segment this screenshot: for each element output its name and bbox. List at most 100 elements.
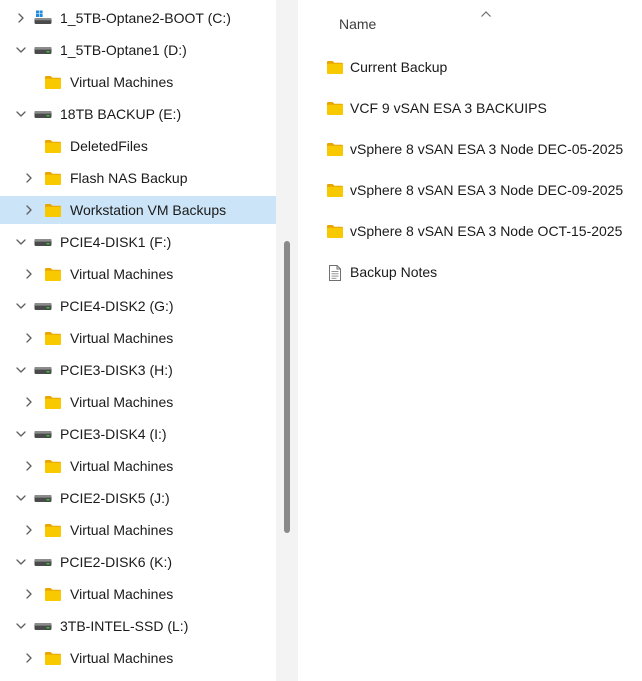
tree-item[interactable]: PCIE4-DISK2 (G:): [0, 292, 276, 320]
tree-item[interactable]: Workstation VM Backups: [0, 196, 276, 224]
folder-icon: [326, 59, 344, 75]
file-list-item[interactable]: vSphere 8 vSAN ESA 3 Node DEC-05-2025: [298, 134, 642, 164]
tree-item-label: Virtual Machines: [70, 458, 174, 474]
tree-item-label: PCIE3-DISK4 (I:): [60, 426, 167, 442]
windows-drive-icon: [34, 10, 52, 26]
drive-icon: [34, 234, 52, 250]
chevron-right-icon[interactable]: [22, 651, 36, 665]
file-list-item[interactable]: vSphere 8 vSAN ESA 3 Node DEC-09-2025: [298, 175, 642, 205]
tree-item[interactable]: PCIE2-DISK6 (K:): [0, 548, 276, 576]
name-column-label[interactable]: Name: [339, 16, 376, 32]
tree-item[interactable]: 1_5TB-Optane1 (D:): [0, 36, 276, 64]
tree-item[interactable]: Virtual Machines: [0, 580, 276, 608]
tree-item-label: 18TB BACKUP (E:): [60, 106, 182, 122]
folder-icon: [326, 141, 344, 157]
tree-item[interactable]: Virtual Machines: [0, 644, 276, 672]
tree-item-label: 1_5TB-Optane1 (D:): [60, 42, 187, 58]
tree-item[interactable]: Flash NAS Backup: [0, 164, 276, 192]
drive-icon: [34, 42, 52, 58]
drive-icon: [34, 618, 52, 634]
chevron-down-icon[interactable]: [14, 619, 28, 633]
tree-item-label: PCIE2-DISK6 (K:): [60, 554, 173, 570]
tree-item[interactable]: 3TB-INTEL-SSD (L:): [0, 612, 276, 640]
tree-item-label: Virtual Machines: [70, 522, 174, 538]
chevron-right-icon[interactable]: [22, 267, 36, 281]
tree-item-label: PCIE3-DISK3 (H:): [60, 362, 173, 378]
tree-item[interactable]: DeletedFiles: [0, 132, 276, 160]
tree-item[interactable]: Virtual Machines: [0, 68, 276, 96]
tree-item[interactable]: PCIE3-DISK3 (H:): [0, 356, 276, 384]
chevron-right-icon[interactable]: [22, 587, 36, 601]
chevron-right-icon[interactable]: [22, 395, 36, 409]
file-list-item[interactable]: Backup Notes: [298, 257, 642, 287]
chevron-right-icon[interactable]: [22, 203, 36, 217]
file-list-item-name: vSphere 8 vSAN ESA 3 Node OCT-15-2025: [350, 223, 623, 239]
chevron-down-icon[interactable]: [14, 235, 28, 249]
chevron-right-icon[interactable]: [22, 331, 36, 345]
tree-item[interactable]: Virtual Machines: [0, 388, 276, 416]
tree-item-label: Virtual Machines: [70, 586, 174, 602]
file-list-item-name: Backup Notes: [350, 264, 438, 280]
tree-item-label: Virtual Machines: [70, 74, 174, 90]
file-list-item-name: Current Backup: [350, 59, 448, 75]
tree-item[interactable]: 1_5TB-Optane2-BOOT (C:): [0, 4, 276, 32]
file-list-item-name: vSphere 8 vSAN ESA 3 Node DEC-05-2025: [350, 141, 624, 157]
tree-item-label: Workstation VM Backups: [70, 202, 227, 218]
chevron-down-icon[interactable]: [14, 555, 28, 569]
file-list-item-name: vSphere 8 vSAN ESA 3 Node DEC-09-2025: [350, 182, 624, 198]
tree-item[interactable]: PCIE4-DISK1 (F:): [0, 228, 276, 256]
tree-item[interactable]: Virtual Machines: [0, 324, 276, 352]
sort-up-chevron-icon: [480, 5, 492, 17]
tree-item-label: PCIE4-DISK1 (F:): [60, 234, 172, 250]
tree-item[interactable]: Virtual Machines: [0, 260, 276, 288]
folder-icon: [44, 138, 62, 154]
navigation-scrollbar-thumb[interactable]: [284, 241, 290, 533]
chevron-right-icon[interactable]: [22, 171, 36, 185]
file-list-item-name: VCF 9 vSAN ESA 3 BACKUIPS: [350, 100, 547, 116]
chevron-down-icon[interactable]: [14, 363, 28, 377]
tree-item-label: PCIE4-DISK2 (G:): [60, 298, 174, 314]
folder-icon: [44, 74, 62, 90]
chevron-down-icon[interactable]: [14, 107, 28, 121]
tree-item[interactable]: Virtual Machines: [0, 452, 276, 480]
file-list-item[interactable]: vSphere 8 vSAN ESA 3 Node OCT-15-2025: [298, 216, 642, 246]
chevron-down-icon[interactable]: [14, 491, 28, 505]
chevron-down-icon[interactable]: [14, 427, 28, 441]
tree-item-label: DeletedFiles: [70, 138, 148, 154]
chevron-right-icon[interactable]: [22, 523, 36, 537]
folder-icon: [44, 266, 62, 282]
tree-item[interactable]: 18TB BACKUP (E:): [0, 100, 276, 128]
tree-item[interactable]: PCIE2-DISK5 (J:): [0, 484, 276, 512]
folder-icon: [44, 650, 62, 666]
folder-icon: [44, 458, 62, 474]
folder-icon: [326, 182, 344, 198]
folder-icon: [44, 330, 62, 346]
tree-item[interactable]: PCIE3-DISK4 (I:): [0, 420, 276, 448]
drive-icon: [34, 490, 52, 506]
drive-icon: [34, 362, 52, 378]
folder-icon: [44, 522, 62, 538]
chevron-right-icon[interactable]: [22, 459, 36, 473]
file-list-item[interactable]: VCF 9 vSAN ESA 3 BACKUIPS: [298, 93, 642, 123]
folder-icon: [44, 170, 62, 186]
chevron-down-icon[interactable]: [14, 43, 28, 57]
drive-icon: [34, 426, 52, 442]
tree-item-label: PCIE2-DISK5 (J:): [60, 490, 170, 506]
file-list-pane: Name Current Backup VCF 9 vSAN ESA 3 BACK…: [298, 0, 642, 681]
text-document-icon: [326, 264, 344, 281]
tree-item[interactable]: Virtual Machines: [0, 516, 276, 544]
chevron-right-icon[interactable]: [14, 11, 28, 25]
tree-item-label: 1_5TB-Optane2-BOOT (C:): [60, 10, 231, 26]
chevron-down-icon[interactable]: [14, 299, 28, 313]
folder-icon: [326, 100, 344, 116]
tree-item-label: Flash NAS Backup: [70, 170, 188, 186]
tree-item-label: 3TB-INTEL-SSD (L:): [60, 618, 189, 634]
file-list-item[interactable]: Current Backup: [298, 52, 642, 82]
navigation-pane: 1_5TB-Optane2-BOOT (C:) 1_5TB-Optane1 (D:…: [0, 0, 276, 681]
column-header[interactable]: Name: [298, 0, 642, 48]
folder-icon: [44, 202, 62, 218]
folder-icon: [326, 223, 344, 239]
tree-item-label: Virtual Machines: [70, 394, 174, 410]
drive-icon: [34, 554, 52, 570]
tree-item-label: Virtual Machines: [70, 650, 174, 666]
